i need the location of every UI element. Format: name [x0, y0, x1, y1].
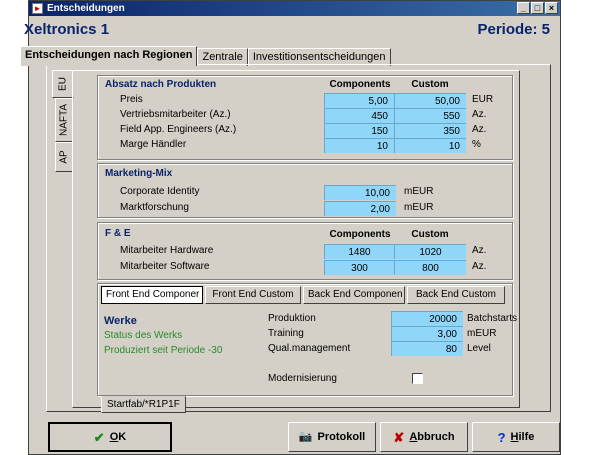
abbruch-label: Abbruch [409, 431, 454, 443]
produktion-unit: Batchstarts [467, 313, 518, 324]
fae-components-input[interactable]: 150 [324, 123, 394, 138]
absatz-group: Absatz nach Produkten Components Custom … [97, 75, 513, 160]
marketing-row-label: Marktforschung [120, 202, 189, 213]
fae-custom-input[interactable]: 350 [394, 123, 466, 138]
fe-group: F & E Components Custom Mitarbeiter Hard… [97, 222, 513, 280]
tab-region-nafta-label: NAFTA [58, 103, 70, 137]
main-tab-strip: Entscheidungen nach Regionen Zentrale In… [20, 46, 391, 66]
hilfe-label-rest: ilfe [518, 431, 535, 443]
marge-custom-input[interactable]: 10 [394, 138, 466, 153]
training-label: Training [268, 328, 304, 339]
absatz-row-label: Field App. Engineers (Az.) [120, 124, 237, 135]
app-icon: ► [32, 3, 43, 14]
absatz-col-components: Components [329, 79, 391, 90]
tab-region-nafta[interactable]: NAFTA [55, 98, 73, 142]
marketing-title: Marketing-Mix [105, 168, 173, 179]
werke-title: Werke [104, 315, 137, 327]
absatz-col-custom: Custom [411, 79, 449, 90]
preis-custom-input[interactable]: 50,00 [394, 93, 466, 108]
protokoll-button[interactable]: 📷 Protokoll [288, 422, 376, 452]
company-name: Xeltronics 1 [24, 21, 110, 38]
marktforschung-input[interactable]: 2,00 [324, 201, 396, 216]
tab-region-eu[interactable]: EU [52, 70, 74, 98]
absatz-row-label: Preis [120, 94, 143, 105]
fe-row-label: Mitarbeiter Software [120, 261, 210, 272]
training-unit: mEUR [467, 328, 497, 339]
minimize-button[interactable]: _ [517, 2, 530, 14]
preis-components-input[interactable]: 5,00 [324, 93, 394, 108]
corporate-identity-input[interactable]: 10,00 [324, 185, 396, 200]
region-tab-strip: EU NAFTA AP [52, 70, 74, 172]
qualmanagement-label: Qual.management [268, 343, 351, 354]
vertrieb-components-input[interactable]: 450 [324, 108, 394, 123]
tab-front-end-components[interactable]: Front End Componer [101, 286, 203, 304]
help-icon: ? [497, 429, 506, 445]
vertrieb-custom-input[interactable]: 550 [394, 108, 466, 123]
marketing-unit: mEUR [404, 202, 434, 213]
tab-startfab[interactable]: Startfab/*R1P1F [101, 396, 186, 413]
hilfe-label-underline: H [510, 431, 519, 443]
ok-label: OK [110, 431, 127, 443]
hardware-custom-input[interactable]: 1020 [394, 244, 466, 259]
ok-button[interactable]: ✔ OK [48, 422, 172, 452]
modernisierung-checkbox[interactable] [412, 373, 423, 384]
fe-unit: Az. [472, 245, 487, 256]
maximize-button[interactable]: □ [531, 2, 544, 14]
fe-col-custom: Custom [411, 229, 449, 240]
window-title: Entscheidungen [47, 3, 125, 14]
produktion-input[interactable]: 20000 [391, 311, 463, 326]
qualmanagement-unit: Level [467, 343, 491, 354]
absatz-unit: Az. [472, 124, 487, 135]
absatz-row-label: Marge Händler [120, 139, 187, 150]
software-custom-input[interactable]: 800 [394, 260, 466, 275]
fe-col-components: Components [329, 229, 391, 240]
absatz-unit: % [472, 139, 481, 150]
modernisierung-label: Modernisierung [268, 373, 337, 384]
abbruch-label-rest: bbruch [417, 431, 455, 443]
training-input[interactable]: 3,00 [391, 326, 463, 341]
software-components-input[interactable]: 300 [324, 260, 394, 275]
tab-back-end-custom[interactable]: Back End Custom [407, 286, 505, 304]
tab-region-ap-label: AP [58, 150, 70, 164]
marge-components-input[interactable]: 10 [324, 138, 394, 153]
marketing-unit: mEUR [404, 186, 434, 197]
marketing-group: Marketing-Mix Corporate Identity 10,00 m… [97, 163, 513, 218]
tab-region-ap[interactable]: AP [55, 142, 73, 172]
tab-regions[interactable]: Entscheidungen nach Regionen [20, 46, 198, 66]
fe-row-label: Mitarbeiter Hardware [120, 245, 214, 256]
hardware-components-input[interactable]: 1480 [324, 244, 394, 259]
qualmanagement-input[interactable]: 80 [391, 341, 463, 356]
werke-since: Produziert seit Periode -30 [104, 345, 223, 356]
tab-back-end-components[interactable]: Back End Componen [303, 286, 405, 304]
hilfe-label: Hilfe [511, 431, 535, 443]
title-bar[interactable]: ► Entscheidungen _ □ × [29, 1, 560, 16]
check-icon: ✔ [93, 429, 105, 445]
abbruch-button[interactable]: ✘ Abbruch [380, 422, 468, 452]
plant-tab-strip: Front End Componer Front End Custom Back… [101, 286, 505, 304]
marketing-row-label: Corporate Identity [120, 186, 200, 197]
protokoll-label: Protokoll [317, 431, 366, 443]
period-label: Periode: 5 [477, 21, 550, 38]
absatz-row-label: Vertriebsmitarbeiter (Az.) [120, 109, 231, 120]
tab-front-end-custom[interactable]: Front End Custom [205, 286, 301, 304]
absatz-unit: EUR [472, 94, 494, 105]
werke-status: Status des Werks [104, 330, 183, 341]
produktion-label: Produktion [268, 313, 316, 324]
close-button[interactable]: × [545, 2, 558, 14]
ok-label-underline: O [109, 431, 119, 443]
absatz-title: Absatz nach Produkten [105, 79, 217, 90]
ok-label-rest: K [118, 431, 127, 443]
cancel-x-icon: ✘ [393, 429, 405, 445]
fe-unit: Az. [472, 261, 487, 272]
tab-region-eu-label: EU [57, 77, 69, 91]
absatz-unit: Az. [472, 109, 487, 120]
fe-title: F & E [105, 228, 131, 239]
camera-icon: 📷 [298, 430, 313, 443]
hilfe-button[interactable]: ? Hilfe [472, 422, 560, 452]
